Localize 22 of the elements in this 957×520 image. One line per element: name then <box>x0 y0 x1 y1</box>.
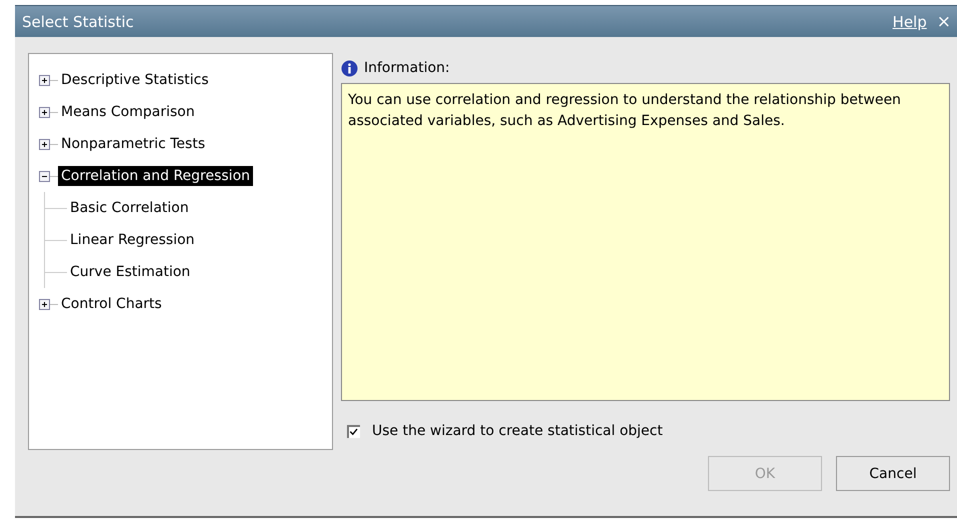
collapse-icon[interactable] <box>39 170 50 182</box>
tree-item[interactable]: Nonparametric Tests <box>58 134 208 154</box>
checkbox-label: Use the wizard to create statistical object <box>372 423 663 439</box>
tree-item[interactable]: Linear Regression <box>67 230 198 250</box>
close-button[interactable]: × <box>936 12 951 32</box>
help-link[interactable]: Help <box>892 12 927 30</box>
tree-item[interactable]: Descriptive Statistics <box>58 70 212 90</box>
info-icon <box>341 60 358 76</box>
window-title: Select Statistic <box>22 12 135 30</box>
tree-item[interactable]: Control Charts <box>58 294 165 314</box>
expand-icon[interactable] <box>39 298 50 310</box>
information-text: You can use correlation and regression to understand the relationship between associated variables, such as Advertising Expenses and Sales. <box>341 83 950 401</box>
tree-item[interactable]: Means Comparison <box>58 102 198 122</box>
expand-icon[interactable] <box>39 74 50 86</box>
tree-item[interactable]: Correlation and Regression <box>58 166 254 186</box>
expand-icon[interactable] <box>39 106 50 118</box>
tree-item[interactable]: Curve Estimation <box>67 262 194 282</box>
information-label: Information: <box>364 60 450 76</box>
tree-item[interactable]: Basic Correlation <box>67 198 192 218</box>
wizard-checkbox[interactable] <box>347 424 360 438</box>
expand-icon[interactable] <box>39 138 50 150</box>
cancel-button[interactable]: Cancel <box>836 456 950 491</box>
